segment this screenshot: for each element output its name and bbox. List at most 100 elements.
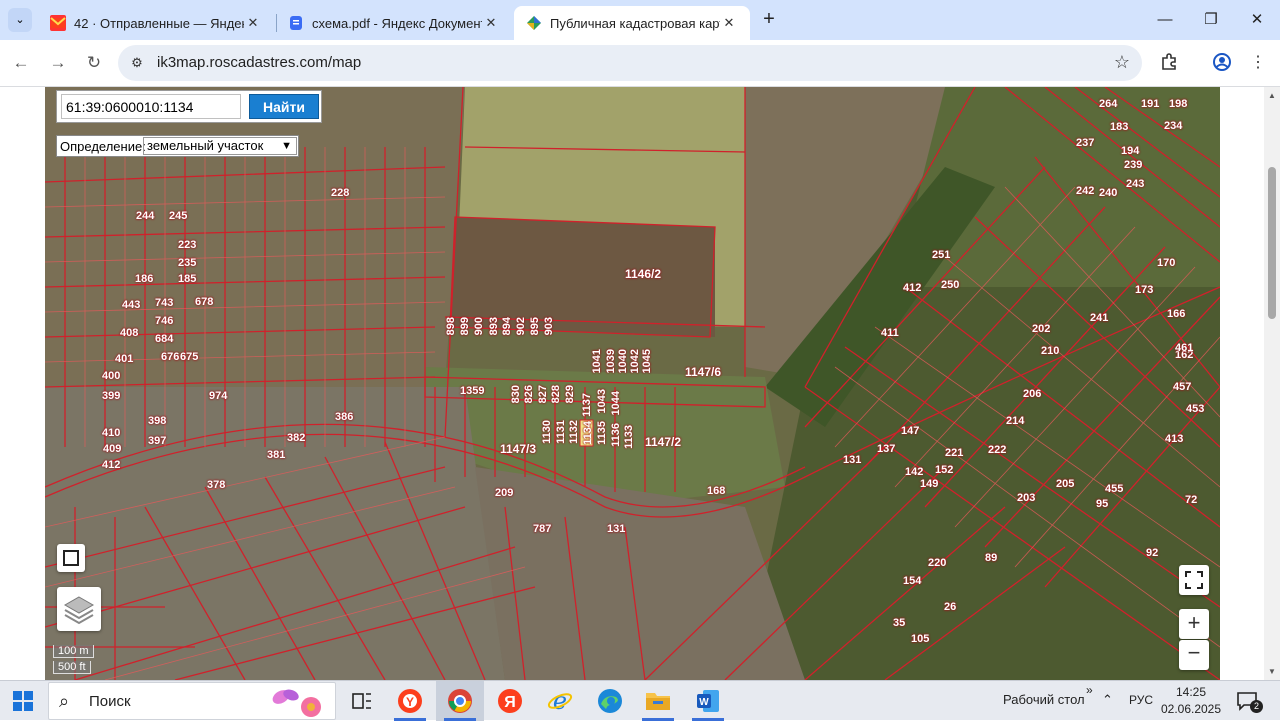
scroll-up-icon[interactable]: ▲ xyxy=(1267,91,1277,100)
tab-yandex-docs[interactable]: схема.pdf - Яндекс Документы ✕ xyxy=(276,6,512,40)
taskbar-search[interactable]: ⌕ Поиск xyxy=(48,682,336,720)
parcel-label[interactable]: 399 xyxy=(102,390,120,402)
parcel-label[interactable]: 241 xyxy=(1090,312,1108,324)
parcel-label[interactable]: 35 xyxy=(893,617,905,629)
url-text[interactable]: ik3map.roscadastres.com/map xyxy=(157,54,361,71)
parcel-label[interactable]: 210 xyxy=(1041,345,1059,357)
parcel-label[interactable]: 457 xyxy=(1173,381,1191,393)
desktop-toolbar-label[interactable]: Рабочий стол xyxy=(1003,692,1085,707)
double-chevron-icon[interactable]: » xyxy=(1086,683,1093,697)
tab-yandex-mail[interactable]: 42 · Отправленные — Яндекс ✕ xyxy=(38,6,274,40)
parcel-label[interactable]: 894 xyxy=(501,317,513,335)
parcel-label[interactable]: 242 xyxy=(1076,185,1094,197)
parcel-label[interactable]: 1040 xyxy=(617,349,629,373)
scroll-thumb[interactable] xyxy=(1268,167,1276,319)
parcel-label[interactable]: 240 xyxy=(1099,187,1117,199)
parcel-label[interactable]: 902 xyxy=(515,317,527,335)
parcel-label[interactable]: 895 xyxy=(529,317,541,335)
parcel-label[interactable]: 1134 xyxy=(582,421,594,445)
parcel-label[interactable]: 205 xyxy=(1056,478,1074,490)
parcel-label[interactable]: 412 xyxy=(102,459,120,471)
parcel-label[interactable]: 455 xyxy=(1105,483,1123,495)
parcel-label[interactable]: 1136 xyxy=(610,423,622,447)
parcel-label[interactable]: 166 xyxy=(1167,308,1185,320)
parcel-label[interactable]: 131 xyxy=(607,523,625,535)
parcel-label[interactable]: 186 xyxy=(135,273,153,285)
cadastral-number-input[interactable] xyxy=(61,94,241,119)
parcel-label[interactable]: 89 xyxy=(985,552,997,564)
parcel-label[interactable]: 244 xyxy=(136,210,154,222)
restore-icon[interactable]: ❐ xyxy=(1199,8,1223,32)
parcel-label[interactable]: 826 xyxy=(523,385,535,403)
parcel-label[interactable]: 898 xyxy=(445,317,457,335)
parcel-label[interactable]: 206 xyxy=(1023,388,1041,400)
parcel-label[interactable]: 1133 xyxy=(623,425,635,449)
parcel-label[interactable]: 149 xyxy=(920,478,938,490)
menu-icon[interactable]: ⋮ xyxy=(1247,52,1269,74)
parcel-label[interactable]: 893 xyxy=(488,317,500,335)
parcel-label[interactable]: 173 xyxy=(1135,284,1153,296)
parcel-label[interactable]: 142 xyxy=(905,466,923,478)
parcel-label[interactable]: 245 xyxy=(169,210,187,222)
parcel-label[interactable]: 903 xyxy=(543,317,555,335)
parcel-label[interactable]: 746 xyxy=(155,315,173,327)
parcel-label[interactable]: 220 xyxy=(928,557,946,569)
parcel-label[interactable]: 412 xyxy=(903,282,921,294)
parcel-label[interactable]: 250 xyxy=(941,279,959,291)
zoom-out-button[interactable]: − xyxy=(1179,640,1209,670)
parcel-label[interactable]: 228 xyxy=(331,187,349,199)
parcel-label[interactable]: 1130 xyxy=(541,420,553,444)
parcel-label[interactable]: 409 xyxy=(103,443,121,455)
parcel-label[interactable]: 829 xyxy=(564,385,576,403)
tray-overflow-icon[interactable]: ⌃ xyxy=(1102,692,1113,708)
parcel-label[interactable]: 198 xyxy=(1169,98,1187,110)
yandex-icon[interactable]: Я xyxy=(486,681,534,721)
clock[interactable]: 14:25 02.06.2025 xyxy=(1160,684,1222,718)
parcel-label[interactable]: 92 xyxy=(1146,547,1158,559)
parcel-label[interactable]: 1137 xyxy=(581,393,593,417)
new-tab-button[interactable]: + xyxy=(758,8,780,30)
windows-start-icon[interactable] xyxy=(12,690,34,712)
parcel-label[interactable]: 185 xyxy=(178,273,196,285)
parcel-label[interactable]: 243 xyxy=(1126,178,1144,190)
parcel-label[interactable]: 461 xyxy=(1175,342,1193,354)
parcel-label[interactable]: 202 xyxy=(1032,323,1050,335)
parcel-label[interactable]: 72 xyxy=(1185,494,1197,506)
parcel-label[interactable]: 398 xyxy=(148,415,166,427)
scroll-down-icon[interactable]: ▼ xyxy=(1267,667,1277,676)
parcel-label[interactable]: 413 xyxy=(1165,433,1183,445)
parcel-label[interactable]: 1039 xyxy=(605,349,617,373)
parcel-label[interactable]: 1132 xyxy=(568,420,580,444)
parcel-label[interactable]: 397 xyxy=(148,435,166,447)
parcel-label[interactable]: 264 xyxy=(1099,98,1117,110)
reload-icon[interactable]: ↻ xyxy=(83,52,105,74)
parcel-label[interactable]: 1042 xyxy=(629,349,641,373)
minimize-icon[interactable]: — xyxy=(1153,8,1177,32)
parcel-label[interactable]: 453 xyxy=(1186,403,1204,415)
profile-icon[interactable] xyxy=(1211,52,1233,74)
parcel-label[interactable]: 152 xyxy=(935,464,953,476)
parcel-label[interactable]: 131 xyxy=(843,454,861,466)
close-window-icon[interactable]: ✕ xyxy=(1245,8,1269,32)
measure-ruler-button[interactable] xyxy=(57,544,85,572)
parcel-label[interactable]: 194 xyxy=(1121,145,1139,157)
parcel-label[interactable]: 830 xyxy=(510,385,522,403)
parcel-label[interactable]: 234 xyxy=(1164,120,1182,132)
page-scrollbar[interactable]: ▲ ▼ xyxy=(1264,87,1280,680)
edge-icon[interactable] xyxy=(586,681,634,721)
parcel-label[interactable]: 221 xyxy=(945,447,963,459)
extensions-icon[interactable] xyxy=(1158,52,1180,74)
parcel-label[interactable]: 1044 xyxy=(610,391,622,415)
parcel-label[interactable]: 743 xyxy=(155,297,173,309)
parcel-label[interactable]: 828 xyxy=(550,385,562,403)
parcel-label[interactable]: 235 xyxy=(178,257,196,269)
parcel-label[interactable]: 105 xyxy=(911,633,929,645)
parcel-label[interactable]: 214 xyxy=(1006,415,1024,427)
parcel-label[interactable]: 900 xyxy=(473,317,485,335)
tab-search-button[interactable]: ⌄ xyxy=(8,8,32,32)
parcel-label[interactable]: 684 xyxy=(155,333,173,345)
parcel-label[interactable]: 381 xyxy=(267,449,285,461)
parcel-label[interactable]: 408 xyxy=(120,327,138,339)
input-language[interactable]: РУС xyxy=(1129,693,1153,707)
parcel-label[interactable]: 1147/3 xyxy=(500,442,536,456)
